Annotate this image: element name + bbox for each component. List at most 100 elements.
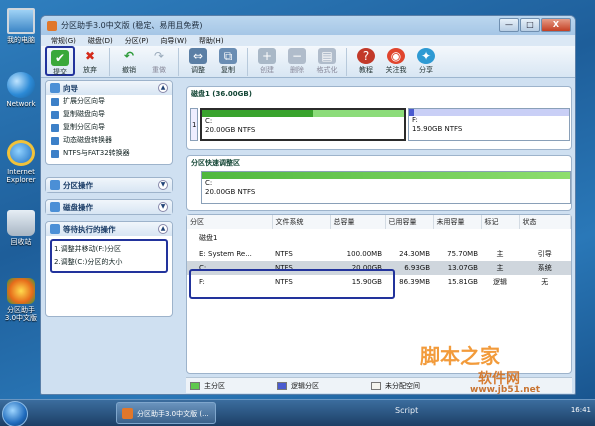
col-unused[interactable]: 未用容量	[433, 215, 482, 229]
close-button[interactable]: X	[541, 18, 571, 32]
col-status[interactable]: 状态	[519, 215, 571, 229]
expand-chevron-icon[interactable]: ▼	[158, 180, 168, 190]
pending-ops-list: 1.调整并移动(F:)分区 2.调整(C:)分区的大小	[50, 239, 168, 273]
disk-group-label: 磁盘1	[199, 234, 218, 242]
discard-button[interactable]: ✖ 放弃	[75, 46, 105, 75]
col-filesystem[interactable]: 文件系统	[272, 215, 331, 229]
partition-assistant-icon	[7, 278, 35, 304]
desktop-icon-label: Network	[6, 100, 36, 108]
partition-f-block[interactable]: F: 15.90GB NTFS	[408, 108, 570, 141]
wizard-item-copy-partition[interactable]: 复制分区向导	[46, 121, 172, 134]
maximize-button[interactable]: □	[520, 18, 540, 32]
ntfs-fat32-icon	[51, 149, 59, 158]
clock[interactable]: 16:41	[571, 406, 591, 414]
taskbar: 分区助手3.0中文版 (... Script 16:41	[0, 399, 595, 426]
col-partition[interactable]: 分区	[187, 215, 273, 229]
wizard-item-ntfs-fat32[interactable]: NTFS与FAT32转换器	[46, 147, 172, 164]
follow-button[interactable]: ◉ 关注我	[381, 46, 411, 75]
recycle-bin-desktop-icon[interactable]: 回收站	[2, 210, 40, 246]
create-button[interactable]: + 创建	[252, 46, 282, 75]
title-bar[interactable]: 分区助手3.0中文版 (稳定、易用且免费) — □ X	[41, 16, 575, 35]
table-row[interactable]: E: System Re... NTFS 100.00MB 24.30MB 75…	[187, 247, 571, 261]
share-button[interactable]: ✦ 分享	[411, 46, 441, 75]
partition-ops-header[interactable]: 分区操作 ▼	[46, 178, 172, 192]
pending-op-item[interactable]: 2.调整(C:)分区的大小	[54, 256, 164, 269]
wizard-item-label: 扩展分区向导	[63, 97, 105, 105]
discard-label: 放弃	[83, 66, 97, 74]
watermark-text: 脚本之家	[420, 344, 500, 368]
quick-resize-bar[interactable]: C: 20.00GB NTFS	[201, 171, 571, 204]
window-title: 分区助手3.0中文版 (稳定、易用且免费)	[61, 21, 203, 30]
network-desktop-icon[interactable]: Network	[2, 72, 40, 108]
taskbar-app-button[interactable]: 分区助手3.0中文版 (...	[116, 402, 216, 424]
menu-disk[interactable]: 磁盘(D)	[82, 35, 119, 46]
left-panel: 向导 ▲ 扩展分区向导 复制磁盘向导 复制分区向导 动态磁盘转换器 NTFS与F…	[45, 80, 173, 370]
share-label: 分享	[419, 66, 433, 74]
partition-assistant-desktop-icon[interactable]: 分区助手3.0中文版	[2, 278, 40, 322]
quick-resize-label: C:	[205, 179, 213, 187]
cell-filesystem: NTFS	[275, 250, 293, 258]
desktop-icon-label: 我的电脑	[7, 36, 35, 44]
cell-flag: 主	[496, 250, 504, 258]
pending-op-item[interactable]: 1.调整并移动(F:)分区	[54, 243, 164, 256]
partition-ops-icon	[50, 180, 60, 190]
copy-button[interactable]: ⧉ 复制	[213, 46, 243, 75]
toolbar-separator	[178, 48, 179, 76]
legend-logical: 逻辑分区	[277, 381, 319, 391]
delete-label: 删除	[290, 66, 304, 74]
legend-label: 主分区	[204, 381, 225, 390]
partition-f-label: F:	[412, 116, 418, 124]
wizard-item-extend[interactable]: 扩展分区向导	[46, 95, 172, 108]
disk-ops-icon	[50, 202, 60, 212]
tray-script-text: Script	[395, 406, 419, 415]
pending-ops-header[interactable]: 等待执行的操作 ▲	[46, 222, 172, 236]
redo-button[interactable]: ↷ 重做	[144, 46, 174, 75]
wizard-item-copy-disk[interactable]: 复制磁盘向导	[46, 108, 172, 121]
redo-arrow-icon: ↷	[153, 49, 165, 63]
wizard-section-header[interactable]: 向导 ▲	[46, 81, 172, 95]
cell-total: 100.00MB	[346, 250, 382, 258]
menu-general[interactable]: 常规(G)	[45, 35, 82, 46]
menu-partition[interactable]: 分区(P)	[119, 35, 155, 46]
wizard-item-dynamic-disk[interactable]: 动态磁盘转换器	[46, 134, 172, 147]
undo-button[interactable]: ↶ 撤销	[114, 46, 144, 75]
menu-wizard[interactable]: 向导(W)	[154, 35, 192, 46]
computer-icon	[7, 8, 35, 34]
collapse-chevron-icon[interactable]: ▲	[158, 224, 168, 234]
collapse-chevron-icon[interactable]: ▲	[158, 83, 168, 93]
col-total[interactable]: 总容量	[330, 215, 386, 229]
cell-used: 24.30MB	[399, 250, 430, 258]
pending-ops-section: 等待执行的操作 ▲ 1.调整并移动(F:)分区 2.调整(C:)分区的大小	[45, 221, 173, 317]
submit-button[interactable]: ✔ 提交	[45, 46, 75, 76]
quick-resize-title: 分区快速调整区	[191, 159, 240, 167]
format-button[interactable]: ▤ 格式化	[312, 46, 342, 75]
menu-help[interactable]: 帮助(H)	[193, 35, 230, 46]
pending-ops-title: 等待执行的操作	[63, 224, 116, 234]
col-flag[interactable]: 标记	[481, 215, 520, 229]
internet-explorer-desktop-icon[interactable]: Internet Explorer	[2, 140, 40, 184]
legend-unallocated: 未分配空间	[371, 381, 420, 391]
tutorial-button[interactable]: ? 教程	[351, 46, 381, 75]
toolbar-separator	[247, 48, 248, 76]
copy-disk-icon: ⧉	[219, 48, 237, 64]
col-used[interactable]: 已用容量	[385, 215, 434, 229]
partition-ops-title: 分区操作	[63, 180, 93, 190]
copy-disk-wizard-icon	[51, 110, 59, 119]
delete-button[interactable]: − 删除	[282, 46, 312, 75]
my-computer-desktop-icon[interactable]: 我的电脑	[2, 8, 40, 44]
wizard-section: 向导 ▲ 扩展分区向导 复制磁盘向导 复制分区向导 动态磁盘转换器 NTFS与F…	[45, 80, 173, 165]
disk-ops-header[interactable]: 磁盘操作 ▼	[46, 200, 172, 214]
partition-c-block[interactable]: C: 20.00GB NTFS	[200, 108, 406, 141]
expand-chevron-icon[interactable]: ▼	[158, 202, 168, 212]
tutorial-label: 教程	[359, 66, 373, 74]
minimize-button[interactable]: —	[499, 18, 519, 32]
start-button[interactable]	[2, 401, 28, 426]
partition-f-info: 15.90GB NTFS	[412, 125, 463, 133]
adjust-button[interactable]: ⇔ 调整	[183, 46, 213, 75]
cell-flag: 主	[481, 261, 519, 275]
recycle-bin-icon	[7, 210, 35, 236]
network-icon	[7, 72, 35, 98]
wizard-icon	[50, 83, 60, 93]
help-icon: ?	[357, 48, 375, 64]
legend-label: 逻辑分区	[291, 381, 319, 390]
